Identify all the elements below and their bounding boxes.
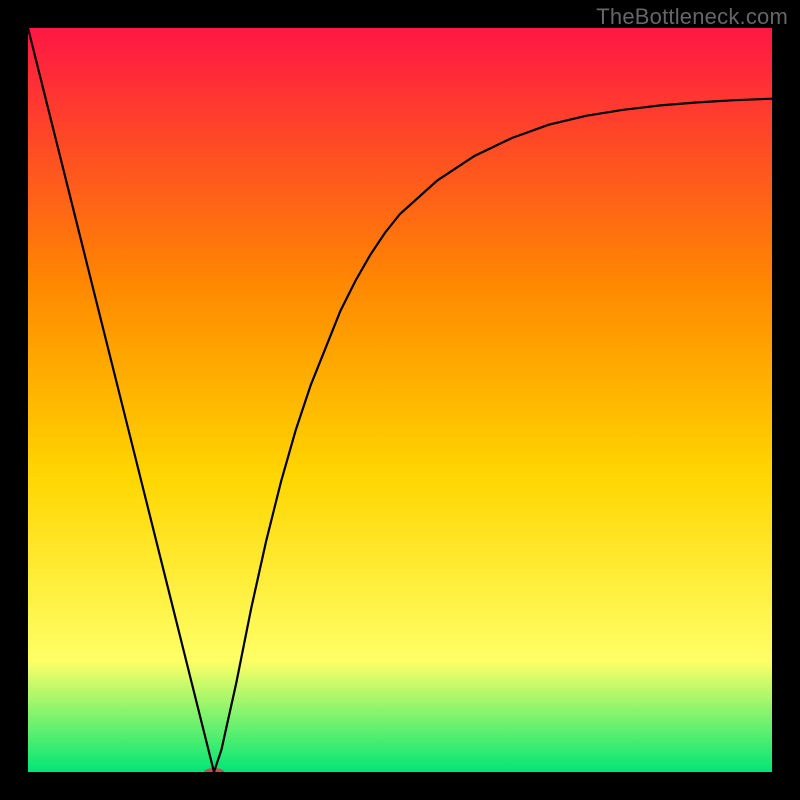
chart-svg [28,28,772,772]
watermark-label: TheBottleneck.com [596,4,788,30]
chart-container: TheBottleneck.com [0,0,800,800]
plot-area [28,28,772,772]
gradient-background [28,28,772,772]
